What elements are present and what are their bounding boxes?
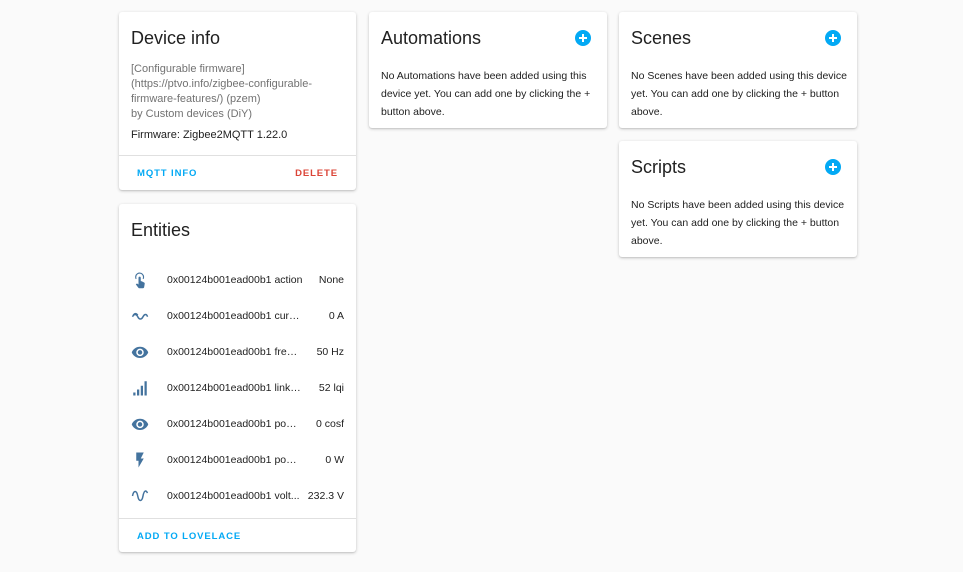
entity-name: 0x00124b001ead00b1 linkqu...: [167, 382, 303, 394]
entity-name: 0x00124b001ead00b1 freque...: [167, 346, 303, 358]
scripts-card: Scripts No Scripts have been added using…: [619, 141, 857, 257]
entity-row[interactable]: 0x00124b001ead00b1 power l1 0 W: [119, 442, 356, 478]
entity-row[interactable]: 0x00124b001ead00b1 action None: [119, 262, 356, 298]
device-model-line: firmware-features/) (pzem): [131, 93, 261, 105]
scripts-title: Scripts: [631, 157, 687, 177]
scenes-description: No Scenes have been added using this dev…: [631, 70, 847, 118]
add-script-button[interactable]: [825, 159, 841, 175]
device-info-card: Device info [Configurable firmware] (htt…: [119, 12, 356, 190]
scenes-card: Scenes No Scenes have been added using t…: [619, 12, 857, 128]
entity-state: 50 Hz: [316, 346, 344, 358]
add-automation-button[interactable]: [575, 30, 591, 46]
automations-title: Automations: [381, 28, 482, 48]
device-model-line: [Configurable firmware]: [131, 63, 245, 75]
automations-description: No Automations have been added using thi…: [381, 70, 591, 118]
current-ac-icon: [131, 307, 149, 325]
entity-name: 0x00124b001ead00b1 power l1: [167, 454, 303, 466]
device-firmware: Firmware: Zigbee2MQTT 1.22.0: [131, 129, 288, 141]
entity-name: 0x00124b001ead00b1 action: [167, 274, 303, 286]
card-actions-divider: [119, 155, 356, 156]
scenes-title: Scenes: [631, 28, 692, 48]
flash-icon: [131, 451, 149, 469]
entity-state: None: [318, 274, 344, 286]
gesture-tap-icon: [131, 271, 149, 289]
eye-icon: [131, 415, 149, 433]
entity-state: 232.3 V: [307, 490, 344, 502]
device-info-title: Device info: [131, 28, 221, 48]
delete-button[interactable]: DELETE: [295, 168, 338, 179]
entity-state: 0 cosf: [315, 418, 344, 430]
add-scene-button[interactable]: [825, 30, 841, 46]
entity-row[interactable]: 0x00124b001ead00b1 linkqu... 52 lqi: [119, 370, 356, 406]
entity-name: 0x00124b001ead00b1 current l1: [167, 310, 303, 322]
entity-state: 0 W: [325, 454, 344, 466]
device-manufacturer: by Custom devices (DiY): [131, 108, 253, 120]
entity-name: 0x00124b001ead00b1 powe...: [167, 418, 303, 430]
eye-icon: [131, 343, 149, 361]
automations-card: Automations No Automations have been add…: [369, 12, 607, 128]
entity-state: 52 lqi: [318, 382, 344, 394]
signal-icon: [131, 379, 149, 397]
sine-wave-icon: [131, 487, 149, 505]
entity-name: 0x00124b001ead00b1 volt...: [167, 490, 300, 502]
entities-title: Entities: [131, 220, 191, 240]
entities-card: Entities 0x00124b001ead00b1 action None …: [119, 204, 356, 552]
card-actions-divider: [119, 518, 356, 519]
entity-state: 0 A: [328, 310, 344, 322]
entity-row[interactable]: 0x00124b001ead00b1 freque... 50 Hz: [119, 334, 356, 370]
entity-row[interactable]: 0x00124b001ead00b1 powe... 0 cosf: [119, 406, 356, 442]
entity-row[interactable]: 0x00124b001ead00b1 volt... 232.3 V: [119, 478, 356, 514]
mqtt-info-button[interactable]: MQTT INFO: [137, 168, 197, 179]
add-to-lovelace-button[interactable]: ADD TO LOVELACE: [137, 531, 241, 542]
device-model-line: (https://ptvo.info/zigbee-configurable-: [131, 78, 312, 90]
entity-row[interactable]: 0x00124b001ead00b1 current l1 0 A: [119, 298, 356, 334]
scripts-description: No Scripts have been added using this de…: [631, 199, 845, 247]
